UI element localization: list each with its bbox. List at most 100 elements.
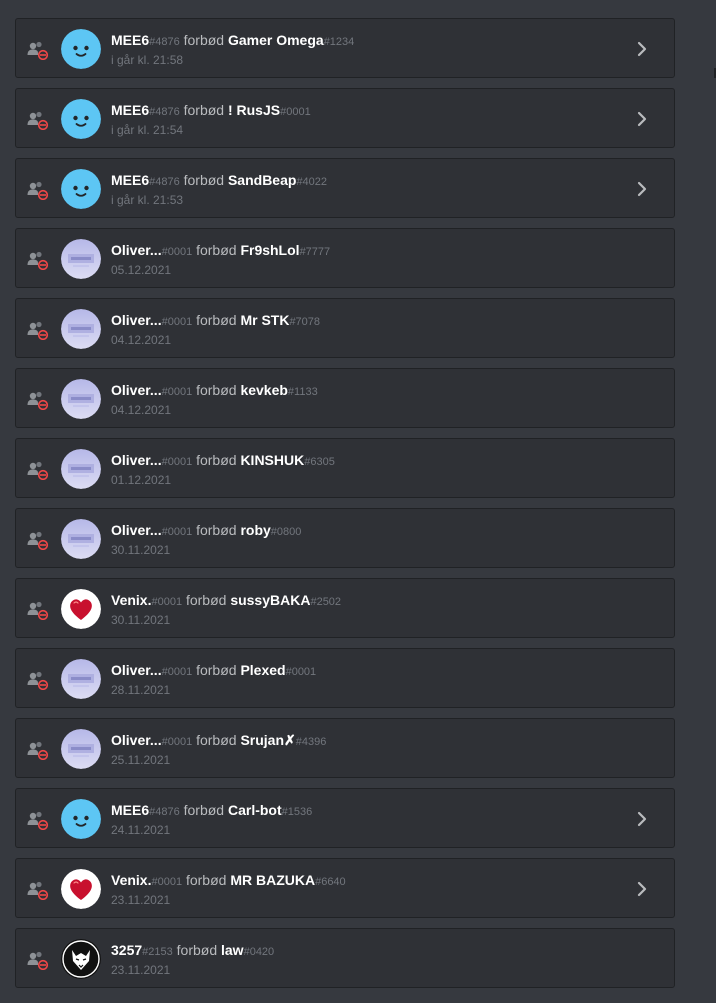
actor-name[interactable]: Oliver... (111, 312, 162, 328)
target-tag: #0001 (285, 666, 317, 678)
target-name[interactable]: Plexed (240, 662, 285, 678)
action-text: forbød (176, 942, 218, 958)
target-name[interactable]: Srujan✗ (240, 732, 295, 748)
member-ban-icon (27, 740, 49, 761)
actor-name[interactable]: Oliver... (111, 452, 162, 468)
audit-log-entry[interactable]: Venix.#0001 forbød MR BAZUKA#6640 23.11.… (15, 858, 675, 918)
audit-log-entry[interactable]: Oliver...#0001 forbød roby#0800 30.11.20… (15, 508, 675, 568)
entry-timestamp: 23.11.2021 (111, 893, 171, 907)
actor-tag: #4876 (149, 806, 180, 818)
audit-log-entry[interactable]: Oliver...#0001 forbød kevkeb#1133 04.12.… (15, 368, 675, 428)
entry-summary: Oliver...#0001 forbød roby#0800 (111, 521, 301, 541)
audit-log-entry[interactable]: MEE6#4876 forbød SandBeap#4022 i går kl.… (15, 158, 675, 218)
target-name[interactable]: MR BAZUKA (230, 872, 315, 888)
audit-log-entry[interactable]: Oliver...#0001 forbød Srujan✗#4396 25.11… (15, 718, 675, 778)
target-tag: #2502 (310, 596, 342, 608)
target-tag: #6305 (304, 456, 335, 468)
target-name[interactable]: Mr STK (240, 312, 289, 328)
avatar[interactable] (61, 939, 101, 979)
actor-name[interactable]: Oliver... (111, 242, 162, 258)
audit-log-entry[interactable]: 3257#2153 forbød law#0420 23.11.2021 (15, 928, 675, 988)
avatar[interactable] (61, 589, 101, 629)
target-name[interactable]: SandBeap (228, 172, 296, 188)
member-ban-icon (27, 110, 49, 131)
actor-name[interactable]: MEE6 (111, 32, 149, 48)
chevron-right-icon[interactable] (634, 40, 650, 58)
actor-name[interactable]: MEE6 (111, 802, 149, 818)
actor-name[interactable]: Oliver... (111, 732, 162, 748)
target-name[interactable]: KINSHUK (240, 452, 304, 468)
target-name[interactable]: sussyBAKA (230, 592, 310, 608)
actor-name[interactable]: MEE6 (111, 102, 149, 118)
target-name[interactable]: kevkeb (240, 382, 287, 398)
avatar[interactable] (61, 309, 101, 349)
actor-name[interactable]: Venix. (111, 872, 151, 888)
actor-name[interactable]: Oliver... (111, 522, 162, 538)
avatar[interactable] (61, 869, 101, 909)
actor-tag: #0001 (161, 526, 193, 538)
entry-timestamp: 30.11.2021 (111, 613, 171, 627)
avatar[interactable] (61, 99, 101, 139)
target-tag: #1133 (287, 386, 318, 398)
action-text: forbød (185, 592, 227, 608)
avatar[interactable] (61, 729, 101, 769)
avatar[interactable] (61, 799, 101, 839)
entry-timestamp: 25.11.2021 (111, 753, 171, 767)
actor-name[interactable]: 3257 (111, 942, 142, 958)
target-name[interactable]: Gamer Omega (228, 32, 324, 48)
avatar[interactable] (61, 169, 101, 209)
actor-tag: #0001 (151, 876, 183, 888)
entry-timestamp: 24.11.2021 (111, 823, 171, 837)
audit-log-entry[interactable]: Oliver...#0001 forbød Plexed#0001 28.11.… (15, 648, 675, 708)
chevron-right-icon[interactable] (634, 180, 650, 198)
actor-tag: #2153 (142, 946, 173, 958)
entry-timestamp: i går kl. 21:58 (111, 53, 184, 67)
action-text: forbød (196, 732, 237, 748)
target-tag: #0001 (280, 106, 311, 118)
avatar[interactable] (61, 379, 101, 419)
entry-timestamp: 30.11.2021 (111, 543, 171, 557)
target-name[interactable]: Carl-bot (228, 802, 282, 818)
actor-name[interactable]: Venix. (111, 592, 151, 608)
audit-log-entry[interactable]: Oliver...#0001 forbød Mr STK#7078 04.12.… (15, 298, 675, 358)
entry-timestamp: 23.11.2021 (111, 963, 171, 977)
audit-log-entry[interactable]: Oliver...#0001 forbød KINSHUK#6305 01.12… (15, 438, 675, 498)
chevron-right-icon[interactable] (634, 880, 650, 898)
audit-log-entry[interactable]: MEE6#4876 forbød ! RusJS#0001 i går kl. … (15, 88, 675, 148)
target-tag: #6640 (315, 876, 346, 888)
avatar[interactable] (61, 239, 101, 279)
member-ban-icon (27, 390, 49, 411)
actor-name[interactable]: MEE6 (111, 172, 149, 188)
action-text: forbød (196, 522, 237, 538)
entry-summary: Oliver...#0001 forbød kevkeb#1133 (111, 381, 318, 401)
member-ban-icon (27, 600, 49, 621)
audit-log-entry[interactable]: Oliver...#0001 forbød Fr9shLol#7777 05.1… (15, 228, 675, 288)
target-name[interactable]: law (221, 942, 244, 958)
avatar[interactable] (61, 659, 101, 699)
target-tag: #0800 (270, 526, 302, 538)
entry-summary: Oliver...#0001 forbød Mr STK#7078 (111, 311, 320, 331)
target-name[interactable]: Fr9shLol (240, 242, 299, 258)
actor-name[interactable]: Oliver... (111, 662, 162, 678)
chevron-right-icon[interactable] (634, 810, 650, 828)
entry-summary: MEE6#4876 forbød ! RusJS#0001 (111, 101, 311, 121)
audit-log-entry[interactable]: MEE6#4876 forbød Gamer Omega#1234 i går … (15, 18, 675, 78)
entry-timestamp: 05.12.2021 (111, 263, 172, 277)
entry-timestamp: 28.11.2021 (111, 683, 171, 697)
chevron-right-icon[interactable] (634, 110, 650, 128)
entry-summary: Venix.#0001 forbød sussyBAKA#2502 (111, 591, 341, 611)
action-text: forbød (183, 172, 225, 188)
avatar[interactable] (61, 519, 101, 559)
actor-name[interactable]: Oliver... (111, 382, 162, 398)
action-text: forbød (196, 242, 237, 258)
target-name[interactable]: ! RusJS (228, 102, 280, 118)
entry-summary: MEE6#4876 forbød SandBeap#4022 (111, 171, 327, 191)
target-name[interactable]: roby (240, 522, 270, 538)
avatar[interactable] (61, 449, 101, 489)
action-text: forbød (196, 382, 237, 398)
avatar[interactable] (61, 29, 101, 69)
audit-log-entry[interactable]: Venix.#0001 forbød sussyBAKA#2502 30.11.… (15, 578, 675, 638)
entry-timestamp: 04.12.2021 (111, 333, 172, 347)
member-ban-icon (27, 320, 49, 341)
audit-log-entry[interactable]: MEE6#4876 forbød Carl-bot#1536 24.11.202… (15, 788, 675, 848)
